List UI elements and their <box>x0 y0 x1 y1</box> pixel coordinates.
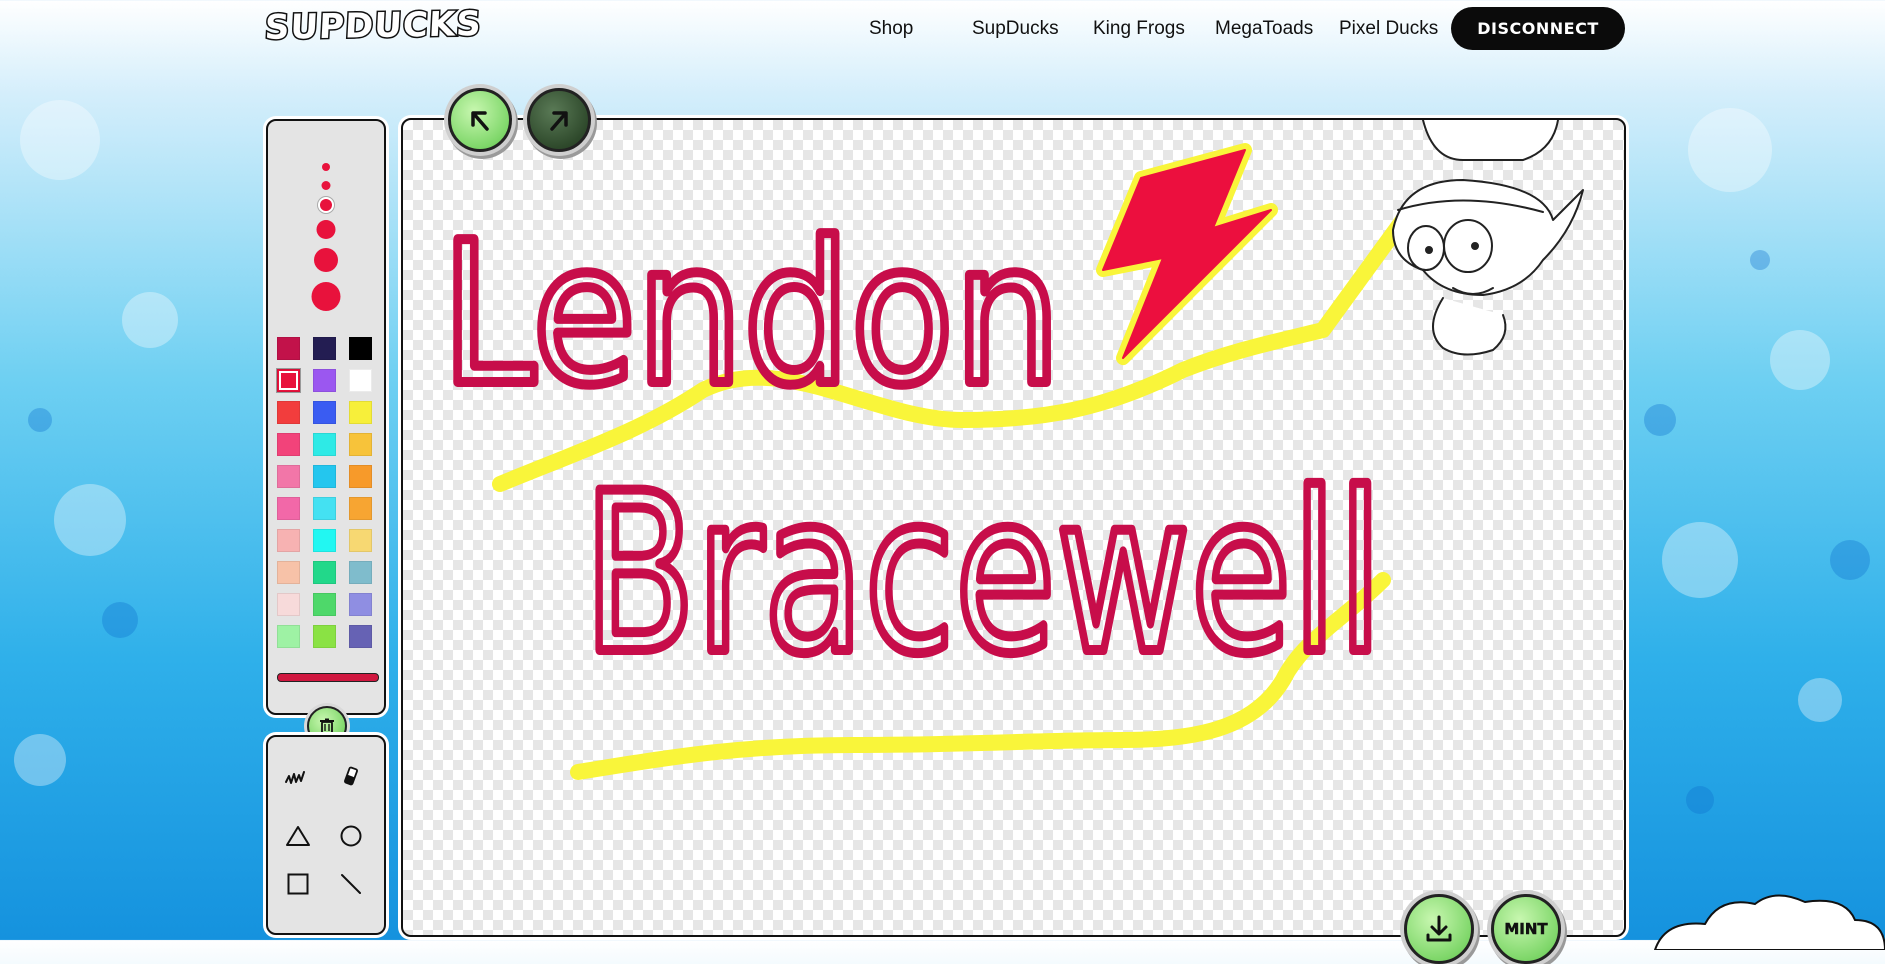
download-icon <box>1426 915 1452 942</box>
tool-circle[interactable] <box>334 819 368 853</box>
brush-size-s[interactable] <box>321 181 331 190</box>
circle-icon <box>340 825 362 847</box>
color-swatch[interactable] <box>277 337 300 360</box>
color-swatch[interactable] <box>313 561 336 584</box>
square-icon <box>287 873 309 895</box>
color-swatch[interactable] <box>313 529 336 552</box>
color-swatch[interactable] <box>313 465 336 488</box>
color-swatch[interactable] <box>349 337 372 360</box>
brush-size-xl[interactable] <box>314 248 338 272</box>
tools-panel <box>266 735 386 935</box>
line-icon <box>341 874 361 894</box>
color-swatch[interactable] <box>313 625 336 648</box>
tool-square[interactable] <box>281 867 315 901</box>
lightning-bolt-drawing <box>1096 143 1278 365</box>
nav-link-supducks[interactable]: SupDucks <box>972 18 1059 40</box>
color-swatch[interactable] <box>349 561 372 584</box>
brush-size-l[interactable] <box>316 220 336 239</box>
drawn-text-bracewell: Bracewell <box>583 446 1383 702</box>
download-button[interactable] <box>1404 894 1474 964</box>
nav-link-shop[interactable]: Shop <box>869 18 913 40</box>
brush-size-m[interactable] <box>320 199 332 211</box>
color-swatch[interactable] <box>349 625 372 648</box>
undo-button[interactable] <box>448 88 512 152</box>
color-swatch[interactable] <box>349 433 372 456</box>
mint-label: MINT <box>1504 920 1548 939</box>
drawing-canvas[interactable]: Lendon Bracewell <box>401 118 1626 937</box>
color-swatch[interactable] <box>277 433 300 456</box>
brush-icon <box>285 771 305 784</box>
eraser-icon <box>344 766 358 786</box>
palette-panel <box>266 119 386 715</box>
color-swatch[interactable] <box>349 529 372 552</box>
cloud-decoration <box>1653 894 1885 950</box>
color-swatch[interactable] <box>313 369 336 392</box>
drawn-text-lendon: Lendon <box>441 201 1061 429</box>
tool-line[interactable] <box>334 867 368 901</box>
mint-button[interactable]: MINT <box>1491 894 1561 964</box>
color-swatch[interactable] <box>349 401 372 424</box>
color-swatch[interactable] <box>277 497 300 520</box>
supducks-logo[interactable]: SUPDUCKS <box>262 3 484 50</box>
color-swatch[interactable] <box>349 593 372 616</box>
color-swatch[interactable] <box>277 561 300 584</box>
redo-icon <box>550 111 568 131</box>
disconnect-button[interactable]: DISCONNECT <box>1451 7 1625 50</box>
brush-size-xs[interactable] <box>322 163 330 171</box>
nav-link-megatoads[interactable]: MegaToads <box>1215 18 1313 40</box>
color-swatch[interactable] <box>277 369 300 392</box>
trash-icon <box>320 718 334 734</box>
tool-brush[interactable] <box>281 761 315 795</box>
color-swatch[interactable] <box>349 497 372 520</box>
redo-button[interactable] <box>527 88 591 152</box>
color-swatch[interactable] <box>277 529 300 552</box>
color-swatch[interactable] <box>349 369 372 392</box>
color-swatch[interactable] <box>349 465 372 488</box>
nav-link-pixel-ducks[interactable]: Pixel Ducks <box>1339 18 1438 40</box>
color-swatch[interactable] <box>277 465 300 488</box>
color-swatch[interactable] <box>277 593 300 616</box>
color-swatch[interactable] <box>313 497 336 520</box>
drawing-layer: Lendon Bracewell <box>436 120 1584 780</box>
color-swatch[interactable] <box>277 625 300 648</box>
color-swatch[interactable] <box>313 433 336 456</box>
duck-character-drawing <box>1392 120 1584 356</box>
undo-icon <box>471 111 489 131</box>
brush-size-xxl[interactable] <box>311 282 341 311</box>
tool-eraser[interactable] <box>334 759 368 793</box>
color-swatch[interactable] <box>313 401 336 424</box>
color-swatch[interactable] <box>313 593 336 616</box>
color-swatch[interactable] <box>313 337 336 360</box>
triangle-icon <box>286 826 310 846</box>
color-swatch[interactable] <box>277 401 300 424</box>
selected-color-bar <box>277 673 379 682</box>
tool-triangle[interactable] <box>281 819 315 853</box>
nav-link-king-frogs[interactable]: King Frogs <box>1093 18 1185 40</box>
